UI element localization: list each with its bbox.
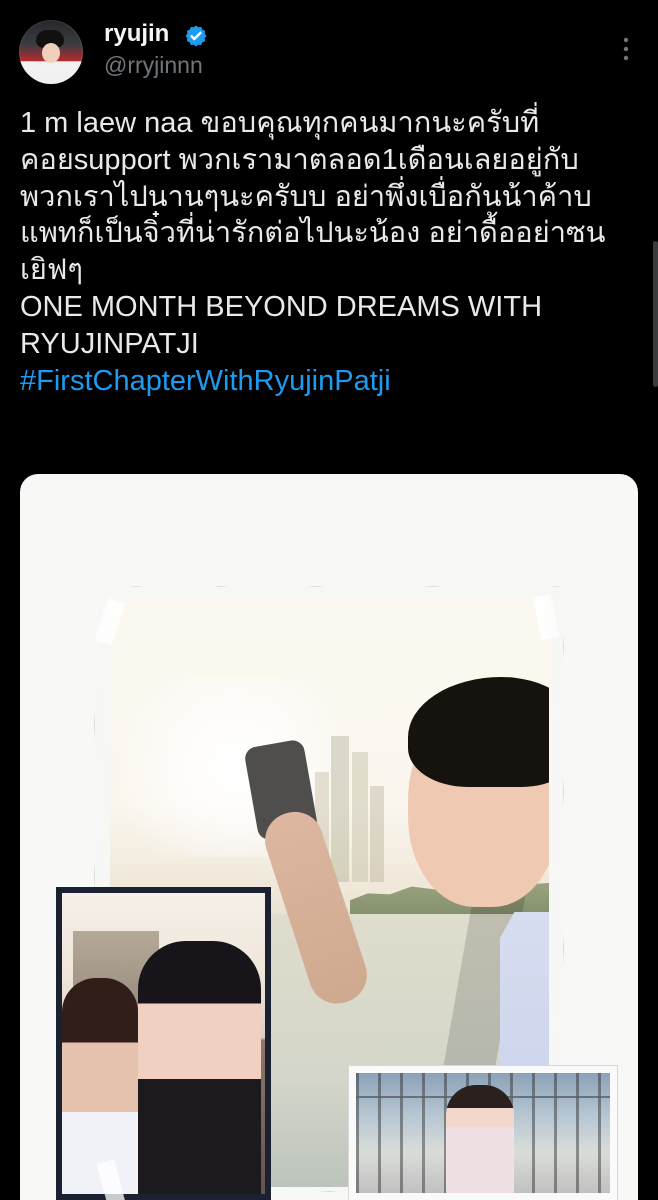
hashtag-link[interactable]: #FirstChapterWithRyujinPatji — [20, 363, 635, 400]
tweet-line-7: RYUJINPATJI — [20, 327, 199, 360]
tweet-line-1: 1 m laew naa ขอบคุณทุกคนมากนะครับที่ — [20, 107, 540, 139]
inset-right-photo-frame[interactable] — [349, 1066, 617, 1200]
tweet-text: 1 m laew naa ขอบคุณทุกคนมากนะครับที่ คอย… — [20, 105, 635, 399]
right-person — [446, 1085, 514, 1193]
inset-left-photo — [62, 893, 265, 1194]
left-person-b — [138, 941, 261, 1194]
inset-right-photo — [356, 1073, 610, 1193]
scrollbar-thumb[interactable] — [653, 241, 658, 387]
verified-badge-icon — [185, 25, 207, 47]
person-hair — [408, 677, 549, 787]
tweet-line-3: พวกเราไปนานๆนะครับบ อย่าพึ่งเบื่อกันน้าค… — [20, 180, 592, 213]
tweet-line-2: คอยsupport พวกเรามาตลอด1เดือนเลยอยู่กับ — [20, 143, 579, 176]
more-options-icon[interactable] — [619, 35, 633, 63]
tweet-line-6: ONE MONTH BEYOND DREAMS WITH — [20, 290, 543, 323]
tweet-line-5: เยิฟๆ — [20, 254, 84, 287]
profile-avatar[interactable] — [19, 20, 83, 84]
tweet-line-4: แพทก็เป็นจิ๋วที่น่ารักต่อไปนะน้อง อย่าดื… — [20, 217, 606, 250]
display-name[interactable]: ryujin — [104, 22, 169, 46]
user-handle[interactable]: @rryjinnn — [104, 54, 203, 77]
left-person-a — [62, 978, 138, 1194]
inset-left-photo-frame[interactable] — [56, 887, 271, 1200]
media-card[interactable] — [20, 474, 638, 1200]
